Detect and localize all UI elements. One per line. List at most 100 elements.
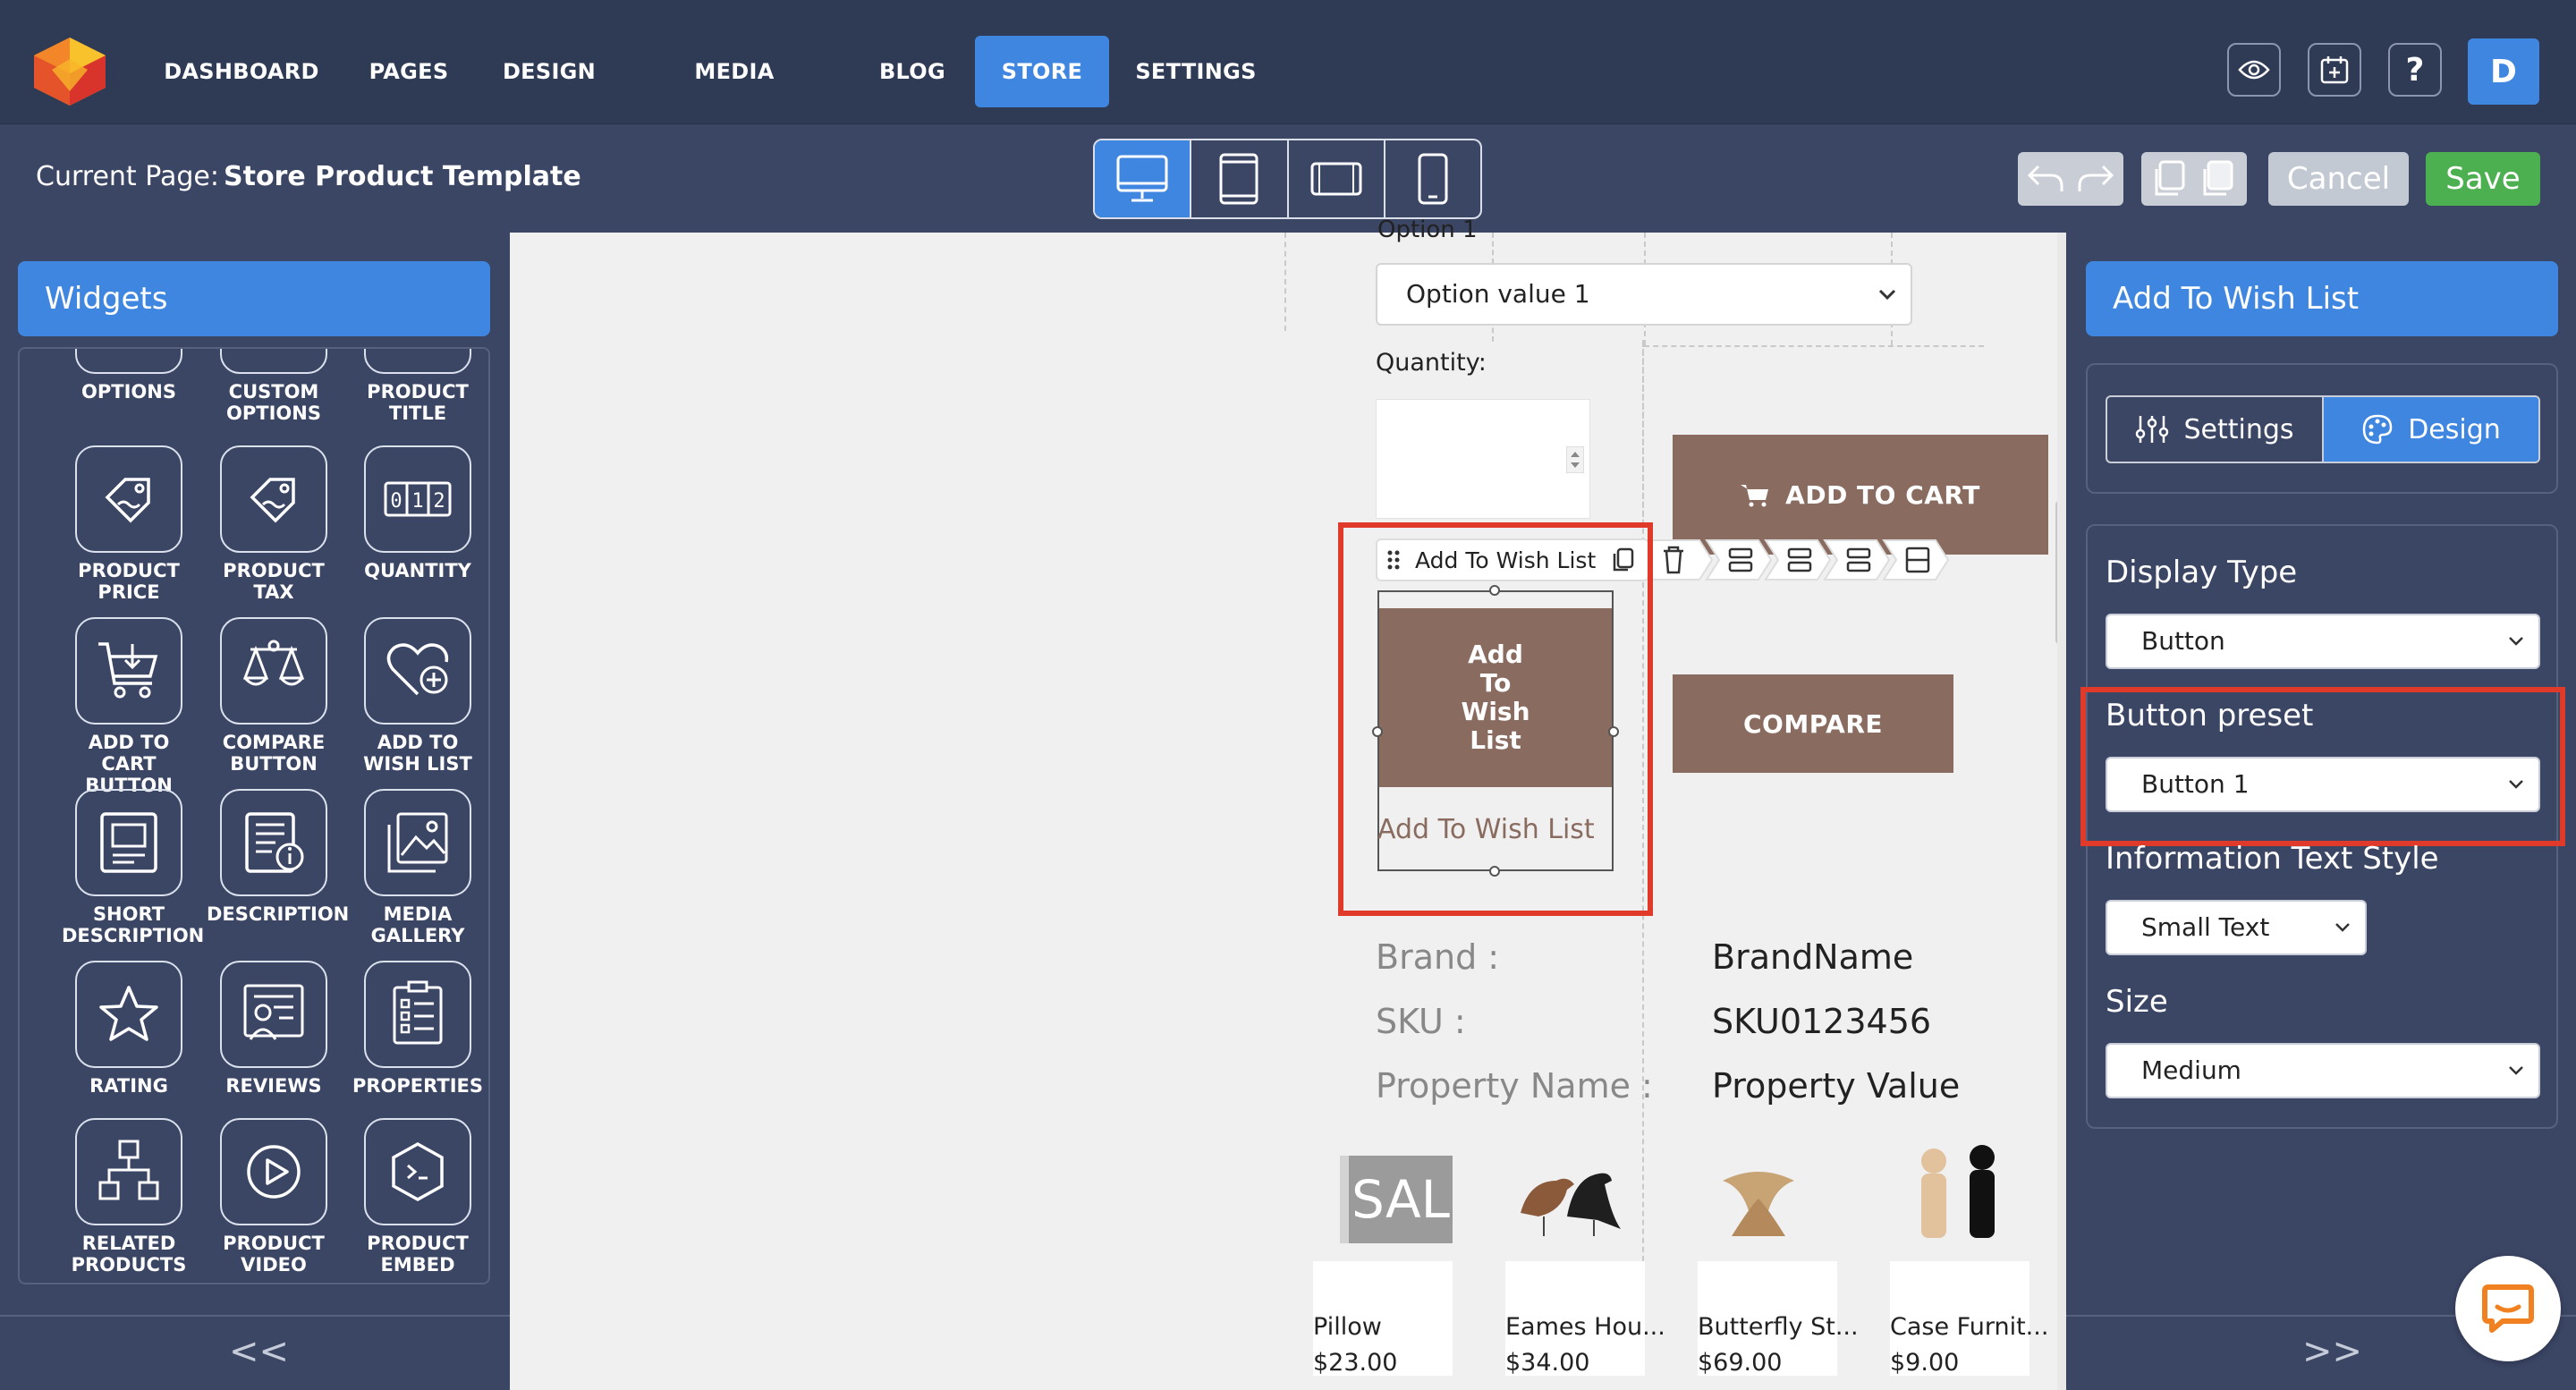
current-page-label: Current Page: (36, 161, 219, 192)
chevron-down-icon (2335, 923, 2350, 932)
widgets-panel-title: Widgets (18, 261, 490, 336)
paste-icon[interactable] (2198, 158, 2239, 199)
tab-design[interactable]: Design (2324, 397, 2538, 462)
widget-product-price[interactable]: PRODUCT PRICE (62, 445, 196, 603)
copy-icon[interactable] (2149, 158, 2190, 199)
canvas-scrollbar-track[interactable] (2057, 233, 2066, 1390)
svg-text:0: 0 (390, 490, 402, 513)
quantity-input[interactable] (1376, 399, 1590, 519)
widget-product-video[interactable]: PRODUCT VIDEO (207, 1118, 341, 1276)
nav-settings[interactable]: SETTINGS (1129, 36, 1263, 107)
play-icon (247, 1145, 301, 1199)
star-icon (99, 986, 158, 1041)
option-select[interactable]: Option value 1 (1376, 263, 1912, 326)
compare-button[interactable]: COMPARE (1673, 674, 1953, 773)
tablet-landscape-view-button[interactable] (1289, 140, 1385, 217)
embed-icon (392, 1141, 444, 1202)
palette-icon (2362, 414, 2393, 445)
info-text-style-label: Information Text Style (2106, 841, 2439, 877)
svg-text:1: 1 (411, 490, 423, 513)
reviews-icon (243, 984, 304, 1040)
related-product-price: $69.00 (1698, 1349, 1783, 1377)
publish-button[interactable] (2308, 43, 2361, 97)
property-name: Property Name : (1376, 1066, 1653, 1106)
redo-icon[interactable] (2074, 161, 2115, 197)
tax-tag-icon (250, 478, 295, 523)
product-image-eames[interactable] (1512, 1154, 1637, 1243)
related-product-price: $23.00 (1313, 1349, 1398, 1377)
add-to-cart-button[interactable]: ADD TO CART (1673, 435, 2048, 555)
property-value: Property Value (1712, 1066, 1961, 1106)
related-product-name[interactable]: Case Furnit... (1890, 1313, 2048, 1341)
device-switcher (1093, 139, 1482, 219)
product-image-pillow[interactable]: SAL (1340, 1156, 1453, 1243)
widget-quantity[interactable]: 012 QUANTITY (351, 445, 485, 581)
tablet-landscape-icon (1310, 162, 1362, 196)
nav-media-library[interactable]: MEDIA LIBRARY (640, 36, 828, 156)
nav-store[interactable]: STORE (975, 36, 1109, 107)
chat-support-button[interactable] (2455, 1256, 2561, 1361)
nav-blog[interactable]: BLOG (859, 36, 966, 107)
save-button[interactable]: Save (2426, 152, 2540, 206)
info-text-style-select[interactable]: Small Text (2106, 900, 2367, 955)
gallery-icon (387, 812, 448, 873)
collapse-left-panel-button[interactable]: << (229, 1331, 289, 1372)
user-avatar[interactable]: D (2468, 38, 2539, 105)
copy-paste-group (2141, 152, 2247, 206)
size-select[interactable]: Medium (2106, 1043, 2540, 1098)
stepper-arrows-icon[interactable] (1566, 446, 1584, 473)
widget-custom-options[interactable]: CUSTOM OPTIONS (207, 349, 341, 424)
highlight-box (1338, 522, 1653, 916)
product-image-butterfly[interactable] (1714, 1154, 1803, 1243)
property-name: Brand : (1376, 937, 1500, 977)
preview-button[interactable] (2227, 43, 2281, 97)
help-button[interactable]: ? (2388, 43, 2442, 97)
mobile-view-button[interactable] (1385, 140, 1480, 217)
desktop-icon (1116, 155, 1168, 202)
price-tag-icon (105, 478, 150, 523)
desktop-view-button[interactable] (1095, 140, 1192, 217)
widget-product-title[interactable]: PRODUCT TITLE (351, 349, 485, 424)
properties-icon (393, 980, 443, 1045)
chevron-down-icon (1878, 289, 1896, 301)
expand-right-panel-button[interactable]: >> (2302, 1331, 2362, 1372)
widget-description[interactable]: DESCRIPTION (207, 789, 349, 925)
widget-short-description[interactable]: SHORT DESCRIPTION (62, 789, 204, 946)
row-guide (1644, 345, 1984, 347)
related-product-name[interactable]: Eames Hou... (1505, 1313, 1665, 1341)
highlight-box (2080, 687, 2565, 846)
widget-add-to-wish-list[interactable]: ADD TO WISH LIST (351, 617, 485, 775)
widget-related-products[interactable]: RELATED PRODUCTS (62, 1118, 196, 1276)
chevron-down-icon (2509, 1066, 2523, 1075)
app-logo[interactable] (30, 34, 109, 109)
related-product-name[interactable]: Pillow (1313, 1313, 1382, 1341)
widget-product-tax[interactable]: PRODUCT TAX (207, 445, 341, 603)
cancel-button[interactable]: Cancel (2268, 152, 2409, 206)
top-navigation-bar: DASHBOARD PAGES DESIGN MEDIA LIBRARY BLO… (0, 0, 2576, 156)
widget-add-to-cart-button[interactable]: ADD TO CART BUTTON (62, 617, 196, 796)
current-page-value: Store Product Template (224, 161, 581, 192)
tablet-view-button[interactable] (1191, 140, 1289, 217)
nav-pages[interactable]: PAGES (358, 36, 460, 107)
widget-reviews[interactable]: REVIEWS (207, 961, 341, 1097)
related-product-name[interactable]: Butterfly St... (1698, 1313, 1859, 1341)
undo-icon[interactable] (2026, 161, 2067, 197)
column-guide (1642, 342, 1644, 517)
widget-rating[interactable]: RATING (62, 961, 196, 1097)
related-product-price: $9.00 (1890, 1349, 1960, 1377)
widget-media-gallery[interactable]: MEDIA GALLERY (351, 789, 485, 946)
widget-options[interactable]: OPTIONS (62, 349, 196, 403)
nav-dashboard[interactable]: DASHBOARD (161, 36, 322, 107)
tab-settings[interactable]: Settings (2107, 397, 2324, 462)
heart-plus-icon (386, 643, 449, 696)
widget-properties[interactable]: PROPERTIES (351, 961, 485, 1097)
quantity-icon: 012 (384, 481, 452, 517)
nav-design[interactable]: DESIGN (492, 36, 606, 107)
display-type-select[interactable]: Button (2106, 614, 2540, 669)
widget-product-embed[interactable]: PRODUCT EMBED (351, 1118, 485, 1276)
sliders-icon (2136, 416, 2169, 443)
widget-compare-button[interactable]: COMPARE BUTTON (207, 617, 341, 775)
product-image-case-furniture[interactable] (1905, 1145, 2012, 1243)
column-guide (1284, 233, 1286, 331)
custom-options-icon (220, 349, 327, 374)
